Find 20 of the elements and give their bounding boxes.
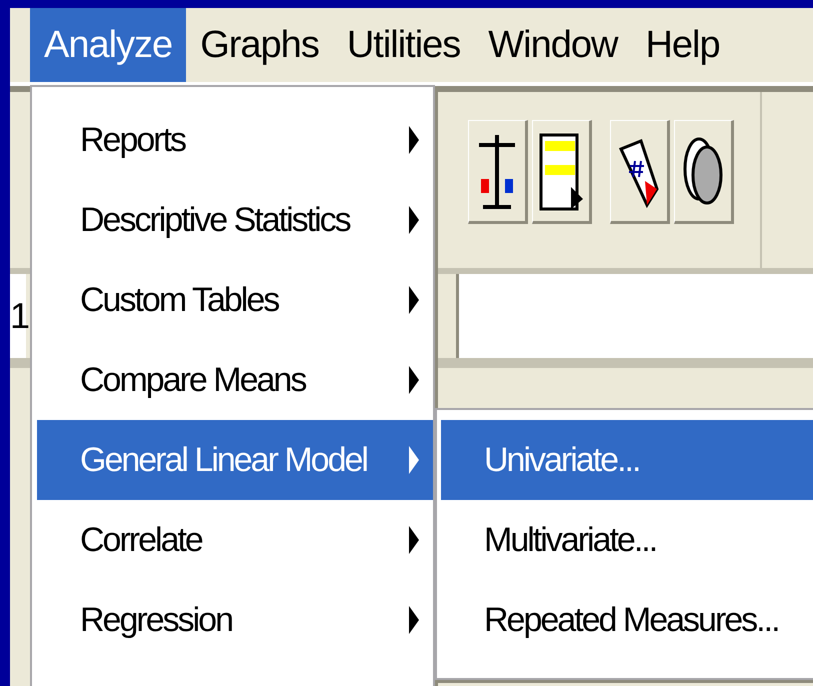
toolbar-button[interactable] xyxy=(674,120,734,224)
menu-title[interactable]: Utilities xyxy=(332,8,474,82)
toolbar-button[interactable] xyxy=(610,120,670,224)
menu-item[interactable]: Regression xyxy=(37,580,433,660)
menu-item[interactable]: Repeated Measures... xyxy=(441,580,813,660)
menu-item[interactable]: Compare Means xyxy=(37,340,433,420)
menu-item[interactable]: General Linear Model xyxy=(37,420,433,500)
cell-value: 1 xyxy=(10,274,26,358)
menu-item[interactable]: Multivariate... xyxy=(441,500,813,580)
menu-item[interactable]: Reports xyxy=(37,100,433,180)
toolbar-button[interactable] xyxy=(532,120,592,224)
menu-item[interactable]: Custom Tables xyxy=(37,260,433,340)
menu-item[interactable]: Correlate xyxy=(37,500,433,580)
menu-title[interactable]: Analyze xyxy=(30,8,186,82)
menu-title[interactable]: Graphs xyxy=(186,8,333,82)
toolbar-button[interactable] xyxy=(468,120,528,224)
menu-title[interactable]: Help xyxy=(631,8,734,82)
menu-item[interactable]: Univariate... xyxy=(441,420,813,500)
menu-title[interactable]: Window xyxy=(474,8,632,82)
menu-item[interactable]: Descriptive Statistics xyxy=(37,180,433,260)
